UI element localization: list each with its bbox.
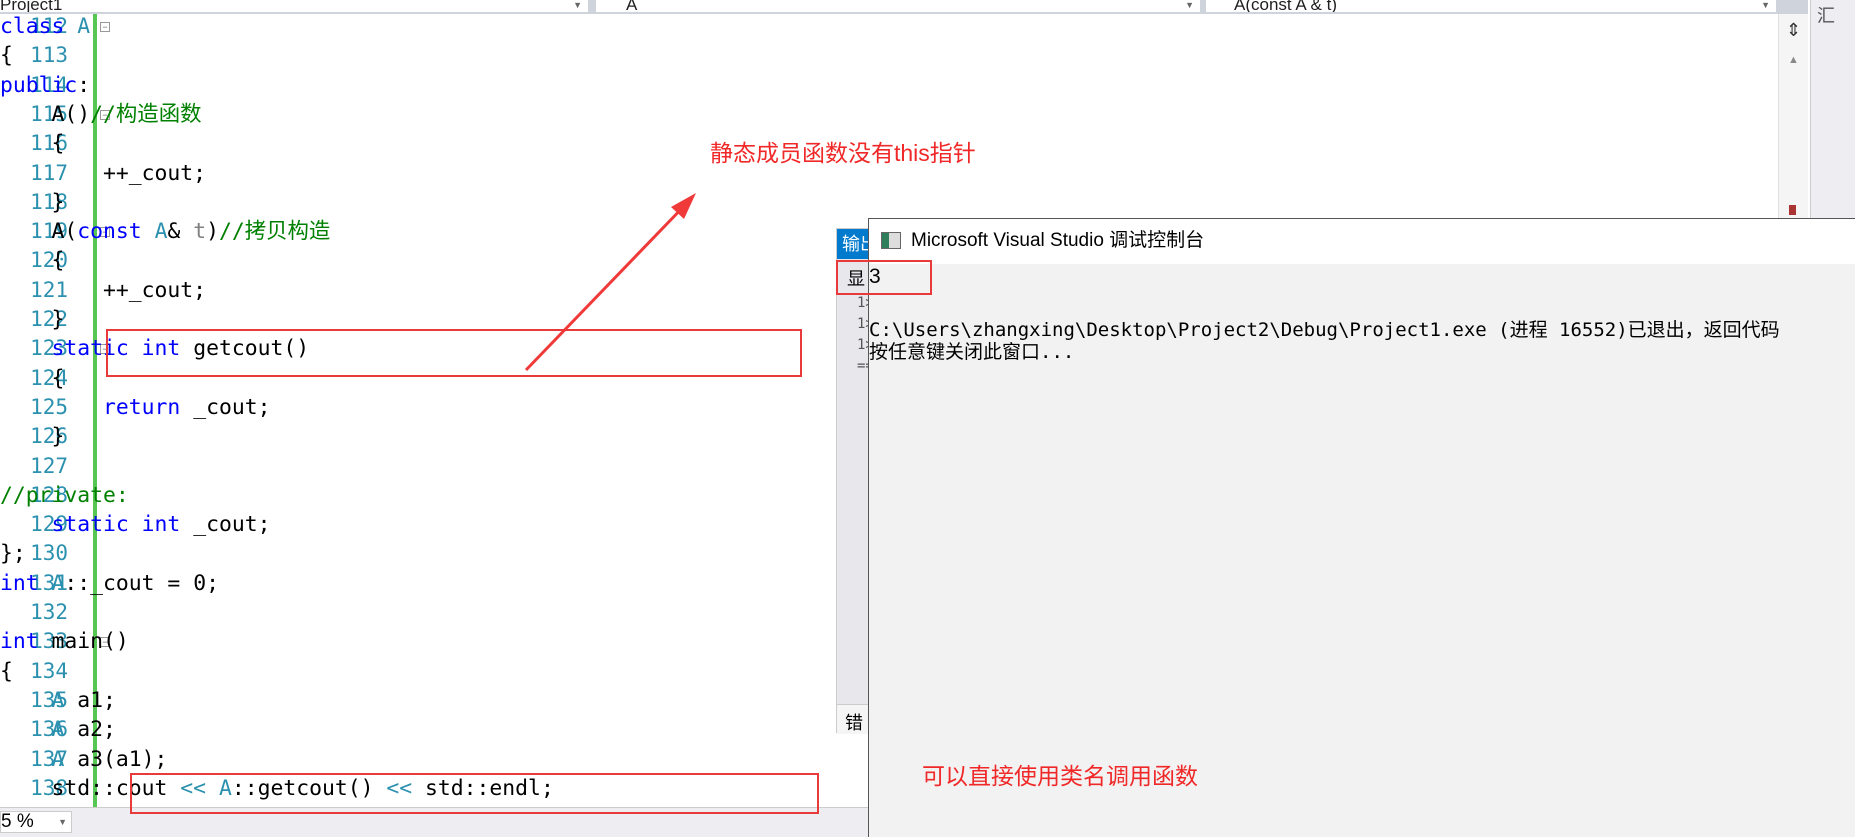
annotation-arrow <box>524 193 696 372</box>
arrow-line <box>524 200 690 372</box>
annotation-call-by-classname: 可以直接使用类名调用函数 <box>922 763 1198 789</box>
annotation-static-no-this: 静态成员函数没有this指针 <box>710 140 976 166</box>
